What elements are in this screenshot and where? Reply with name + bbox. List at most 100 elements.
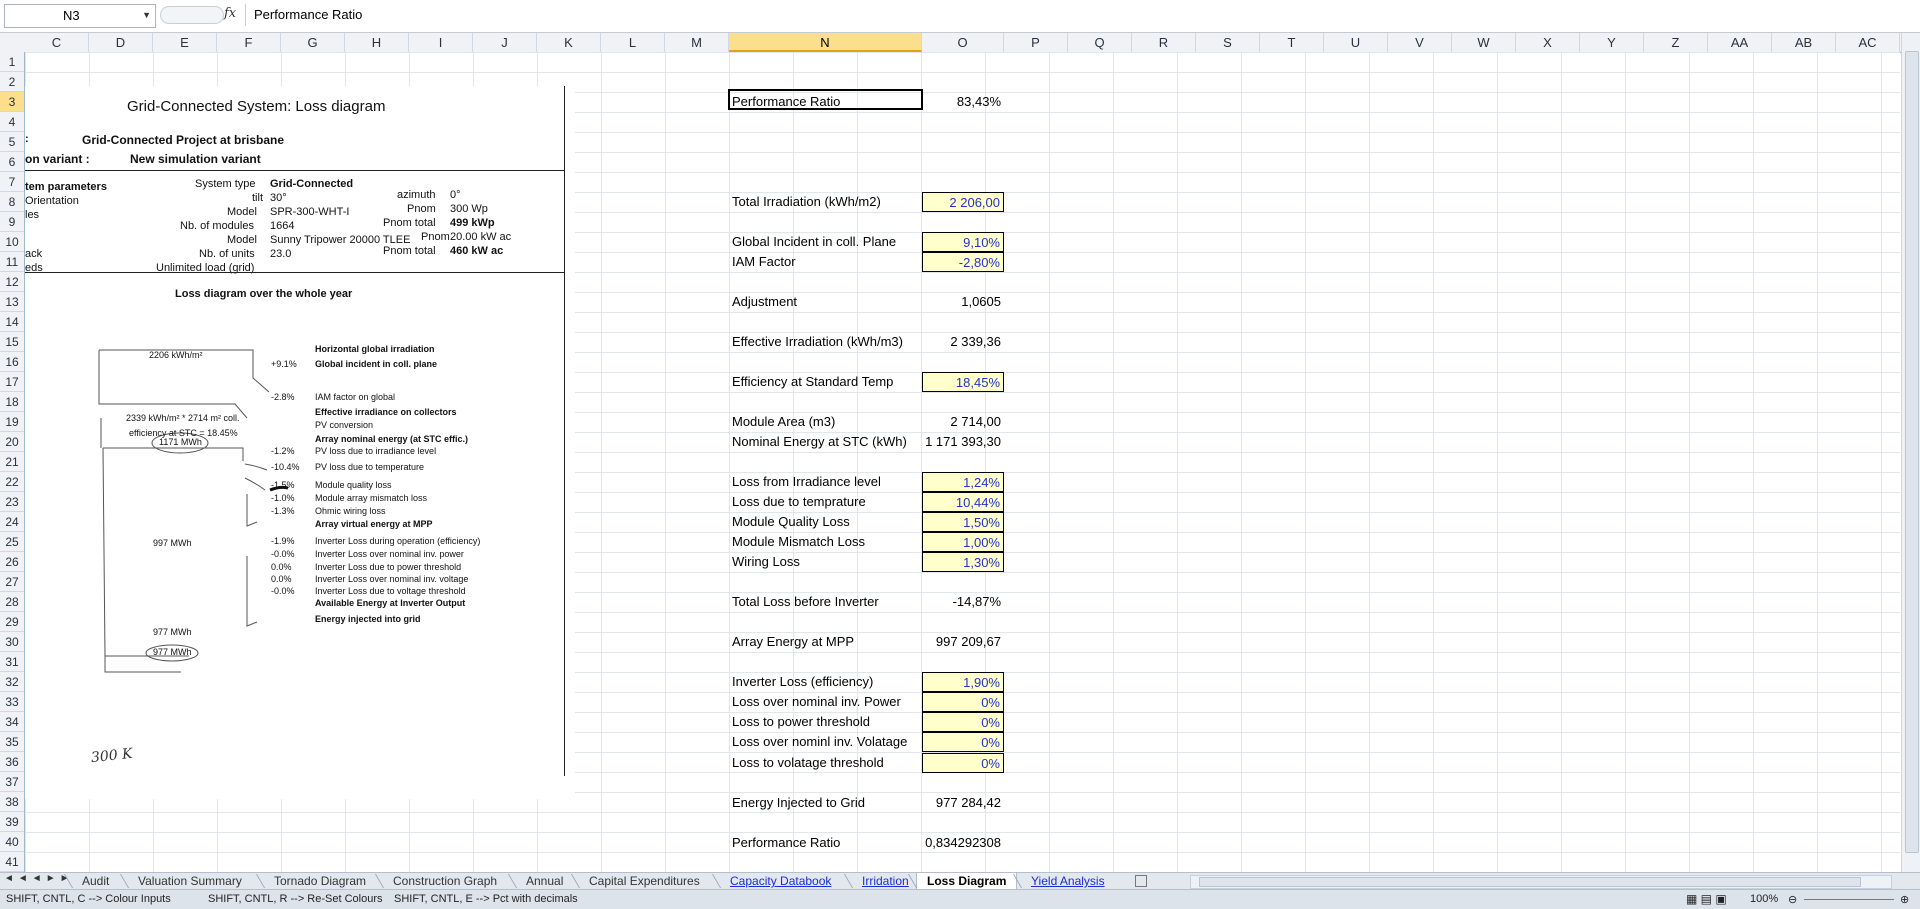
column-header-o[interactable]: O [922, 33, 1004, 52]
sheet-tab-yield-analysis[interactable]: Yield Analysis [1021, 873, 1115, 889]
cell-label-row-15[interactable]: Effective Irradiation (kWh/m3) [729, 332, 922, 352]
row-header-32[interactable]: 32 [0, 672, 24, 692]
row-header-41[interactable]: 41 [0, 852, 24, 872]
column-header-y[interactable]: Y [1580, 33, 1644, 52]
row-header-17[interactable]: 17 [0, 372, 24, 392]
cell-label-row-10[interactable]: Global Incident in coll. Plane [729, 232, 922, 252]
cell-value-row-17[interactable]: 18,45% [922, 372, 1004, 392]
cell-label-row-38[interactable]: Energy Injected to Grid [729, 793, 922, 813]
row-header-11[interactable]: 11 [0, 252, 24, 272]
row-header-29[interactable]: 29 [0, 612, 24, 632]
row-header-28[interactable]: 28 [0, 592, 24, 612]
zoom-in-icon[interactable]: ⊕ [1900, 893, 1909, 906]
column-header-q[interactable]: Q [1068, 33, 1132, 52]
row-header-20[interactable]: 20 [0, 432, 24, 452]
row-header-22[interactable]: 22 [0, 472, 24, 492]
column-header-c[interactable]: C [25, 33, 89, 52]
column-header-z[interactable]: Z [1644, 33, 1708, 52]
cell-label-row-24[interactable]: Module Quality Loss [729, 512, 922, 532]
chevron-down-icon[interactable]: ▼ [142, 10, 151, 20]
cell-label-row-40[interactable]: Performance Ratio [729, 833, 922, 853]
zoom-level[interactable]: 100% [1750, 893, 1778, 905]
cell-value-row-35[interactable]: 0% [922, 732, 1004, 753]
cell-value-row-8[interactable]: 2 206,00 [922, 192, 1004, 212]
cell-value-row-11[interactable]: -2,80% [922, 252, 1004, 272]
row-header-25[interactable]: 25 [0, 532, 24, 552]
column-header-ac[interactable]: AC [1836, 33, 1900, 52]
insert-sheet-icon[interactable] [1125, 873, 1157, 889]
column-header-h[interactable]: H [345, 33, 409, 52]
sheet-tab-capital-expenditures[interactable]: Capital Expenditures [579, 873, 710, 889]
row-header-26[interactable]: 26 [0, 552, 24, 572]
column-header-d[interactable]: D [89, 33, 153, 52]
cell-value-row-23[interactable]: 10,44% [922, 492, 1004, 512]
cell-value-row-24[interactable]: 1,50% [922, 512, 1004, 532]
cell-value-row-15[interactable]: 2 339,36 [922, 332, 1004, 352]
column-header-e[interactable]: E [153, 33, 217, 52]
row-header-6[interactable]: 6 [0, 152, 24, 172]
cell-label-row-11[interactable]: IAM Factor [729, 252, 922, 272]
column-header-m[interactable]: M [665, 33, 729, 52]
tab-navigation-arrows[interactable]: ◄◄◄►► [4, 873, 74, 884]
cell-value-row-34[interactable]: 0% [922, 712, 1004, 733]
row-header-1[interactable]: 1 [0, 52, 24, 72]
row-header-34[interactable]: 34 [0, 712, 24, 732]
row-header-2[interactable]: 2 [0, 72, 24, 92]
row-header-33[interactable]: 33 [0, 692, 24, 712]
cell-value-row-30[interactable]: 997 209,67 [922, 632, 1004, 652]
cell-value-row-13[interactable]: 1,0605 [922, 292, 1004, 312]
sheet-tab-capacity-databook[interactable]: Capacity Databook [720, 873, 841, 889]
column-header-u[interactable]: U [1324, 33, 1388, 52]
cell-label-row-13[interactable]: Adjustment [729, 292, 922, 312]
cell-label-row-28[interactable]: Total Loss before Inverter [729, 592, 922, 612]
row-header-38[interactable]: 38 [0, 792, 24, 812]
column-header-aa[interactable]: AA [1708, 33, 1772, 52]
column-header-l[interactable]: L [601, 33, 665, 52]
cell-label-row-17[interactable]: Efficiency at Standard Temp [729, 372, 922, 392]
sheet-tab-construction-graph[interactable]: Construction Graph [383, 873, 507, 889]
cell-value-row-38[interactable]: 977 284,42 [922, 793, 1004, 813]
row-header-3[interactable]: 3 [0, 92, 24, 112]
row-header-8[interactable]: 8 [0, 192, 24, 212]
column-header-ab[interactable]: AB [1772, 33, 1836, 52]
cell-value-row-3[interactable]: 83,43% [922, 92, 1004, 112]
cell-label-row-34[interactable]: Loss to power threshold [729, 712, 922, 732]
cell-label-row-26[interactable]: Wiring Loss [729, 552, 922, 572]
cell-label-row-36[interactable]: Loss to volatage threshold [729, 753, 922, 773]
column-header-j[interactable]: J [473, 33, 537, 52]
row-header-31[interactable]: 31 [0, 652, 24, 672]
cell-label-row-30[interactable]: Array Energy at MPP [729, 632, 922, 652]
row-header-40[interactable]: 40 [0, 832, 24, 852]
column-header-f[interactable]: F [217, 33, 281, 52]
row-header-36[interactable]: 36 [0, 752, 24, 772]
row-header-13[interactable]: 13 [0, 292, 24, 312]
cell-label-row-25[interactable]: Module Mismatch Loss [729, 532, 922, 552]
horizontal-scrollbar[interactable] [1190, 875, 1892, 889]
row-header-27[interactable]: 27 [0, 572, 24, 592]
cell-label-row-33[interactable]: Loss over nominal inv. Power [729, 692, 922, 712]
row-header-39[interactable]: 39 [0, 812, 24, 832]
column-header-i[interactable]: I [409, 33, 473, 52]
cell-label-row-20[interactable]: Nominal Energy at STC (kWh) [729, 432, 922, 452]
cell-label-row-8[interactable]: Total Irradiation (kWh/m2) [729, 192, 922, 212]
cell-value-row-10[interactable]: 9,10% [922, 232, 1004, 252]
column-header-v[interactable]: V [1388, 33, 1452, 52]
row-header-14[interactable]: 14 [0, 312, 24, 332]
cell-value-row-33[interactable]: 0% [922, 692, 1004, 713]
cell-label-row-35[interactable]: Loss over nominl inv. Volatage [729, 732, 922, 752]
cell-label-row-23[interactable]: Loss due to temprature [729, 492, 922, 512]
row-header-7[interactable]: 7 [0, 172, 24, 192]
column-header-t[interactable]: T [1260, 33, 1324, 52]
row-header-23[interactable]: 23 [0, 492, 24, 512]
zoom-out-icon[interactable]: ⊖ [1788, 893, 1797, 906]
cell-label-row-32[interactable]: Inverter Loss (efficiency) [729, 672, 922, 692]
cell-value-row-22[interactable]: 1,24% [922, 472, 1004, 492]
column-header-x[interactable]: X [1516, 33, 1580, 52]
cell-value-row-25[interactable]: 1,00% [922, 532, 1004, 552]
row-header-15[interactable]: 15 [0, 332, 24, 352]
sheet-tab-valuation-summary[interactable]: Valuation Summary [128, 873, 252, 889]
vertical-scroll-thumb[interactable] [1905, 51, 1919, 853]
sheet-tab-loss-diagram[interactable]: Loss Diagram [916, 873, 1018, 890]
cell-value-row-20[interactable]: 1 171 393,30 [922, 432, 1004, 452]
name-box[interactable]: N3 ▼ [4, 4, 156, 28]
